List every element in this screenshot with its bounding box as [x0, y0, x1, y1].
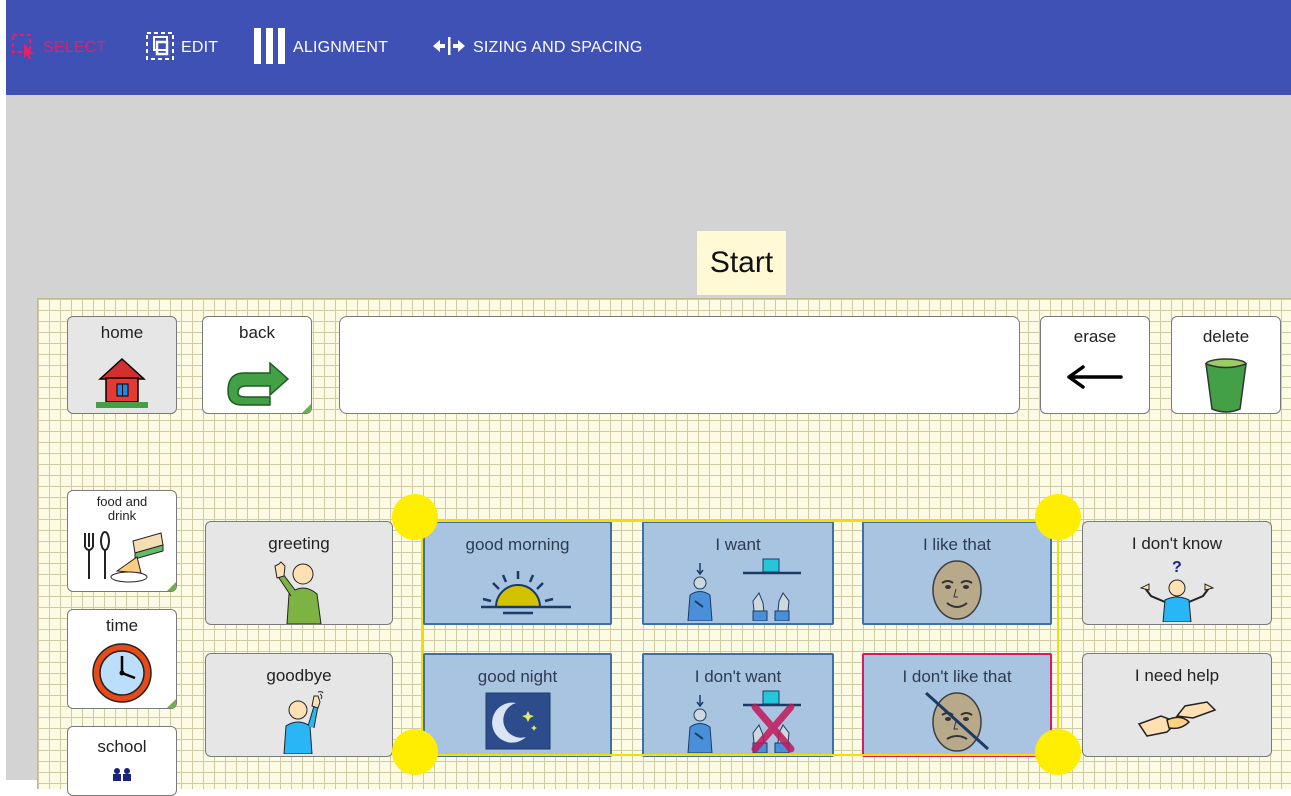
- cell-label: greeting: [268, 534, 330, 553]
- crossed-face-icon: [864, 691, 1050, 753]
- resize-handle-bottom-left[interactable]: [392, 729, 438, 775]
- trash-cup-icon: [1172, 357, 1280, 413]
- cell-label: home: [100, 323, 144, 342]
- i-dont-like-that-cell[interactable]: I don't like that: [862, 653, 1052, 757]
- folder-corner-icon: [167, 582, 176, 591]
- cell-label: erase: [1073, 327, 1117, 346]
- delete-cell[interactable]: delete: [1171, 316, 1281, 414]
- moon-stars-icon: [425, 691, 610, 751]
- alignment-tool-button[interactable]: ALIGNMENT: [253, 27, 389, 64]
- waving-person-icon: [206, 556, 392, 624]
- cell-label: I don't know: [1131, 534, 1223, 553]
- cell-label: goodbye: [266, 666, 332, 685]
- toolbar: SELECT EDIT ALIGNMENT SIZING AND SPACING: [6, 0, 1291, 95]
- edit-tool-button[interactable]: EDIT: [145, 31, 219, 62]
- sizing-icon: [431, 36, 467, 61]
- sizing-label: SIZING AND SPACING: [473, 39, 643, 56]
- house-icon: [68, 353, 176, 411]
- good-morning-cell[interactable]: good morning: [423, 521, 612, 625]
- back-cell[interactable]: back: [202, 316, 312, 414]
- cell-label: food and drink: [96, 494, 148, 523]
- erase-cell[interactable]: erase: [1040, 316, 1150, 414]
- smiling-face-icon: [864, 559, 1050, 621]
- resize-handle-bottom-right[interactable]: [1035, 729, 1081, 775]
- cell-label: school: [97, 737, 147, 756]
- want-sign-icon: [644, 555, 832, 621]
- food-and-drink-cell[interactable]: food and drink: [67, 490, 177, 592]
- folder-corner-icon: [302, 404, 311, 413]
- svg-text:?: ?: [1172, 559, 1182, 576]
- cell-label: time: [105, 616, 139, 635]
- home-cell[interactable]: home: [67, 316, 177, 414]
- good-night-cell[interactable]: good night: [423, 653, 612, 757]
- clock-icon: [68, 642, 176, 704]
- i-want-cell[interactable]: I want: [642, 521, 834, 625]
- select-label: SELECT: [43, 39, 107, 56]
- school-people-icon: [68, 767, 176, 781]
- select-icon: [11, 32, 37, 65]
- waving-goodbye-icon: [206, 690, 392, 754]
- alignment-label: ALIGNMENT: [293, 39, 389, 56]
- sunrise-icon: [425, 567, 610, 617]
- cell-label: good night: [477, 667, 558, 686]
- message-bar[interactable]: [339, 316, 1020, 414]
- select-tool-button[interactable]: SELECT: [11, 32, 107, 65]
- cell-label: delete: [1202, 327, 1250, 346]
- resize-handle-top-left[interactable]: [392, 494, 438, 540]
- back-arrow-icon: [203, 359, 311, 407]
- i-dont-want-cell[interactable]: I don't want: [642, 653, 834, 757]
- sizing-spacing-tool-button[interactable]: SIZING AND SPACING: [431, 34, 643, 62]
- school-cell[interactable]: school: [67, 726, 177, 796]
- helping-hands-icon: [1083, 698, 1271, 742]
- left-arrow-icon: [1041, 363, 1149, 391]
- cell-label: back: [239, 323, 275, 342]
- cell-label: good morning: [465, 535, 570, 554]
- alignment-icon: [253, 27, 287, 69]
- time-cell[interactable]: time: [67, 609, 177, 709]
- dont-want-sign-icon: [644, 687, 832, 753]
- cell-label: I need help: [1134, 666, 1220, 685]
- edit-label: EDIT: [181, 39, 219, 56]
- i-dont-know-cell[interactable]: I don't know ?: [1082, 521, 1272, 625]
- food-icon: [68, 527, 176, 589]
- cell-label: I like that: [922, 535, 992, 554]
- i-like-that-cell[interactable]: I like that: [862, 521, 1052, 625]
- goodbye-cell[interactable]: goodbye: [205, 653, 393, 757]
- folder-corner-icon: [167, 699, 176, 708]
- resize-handle-top-right[interactable]: [1035, 494, 1081, 540]
- shrugging-person-icon: ?: [1083, 558, 1271, 622]
- edit-icon: [145, 31, 175, 66]
- cell-label: I want: [715, 535, 761, 554]
- greeting-cell[interactable]: greeting: [205, 521, 393, 625]
- cell-label: I don't like that: [902, 667, 1012, 686]
- page-title: Start: [697, 231, 786, 295]
- i-need-help-cell[interactable]: I need help: [1082, 653, 1272, 757]
- cell-label: I don't want: [694, 667, 782, 686]
